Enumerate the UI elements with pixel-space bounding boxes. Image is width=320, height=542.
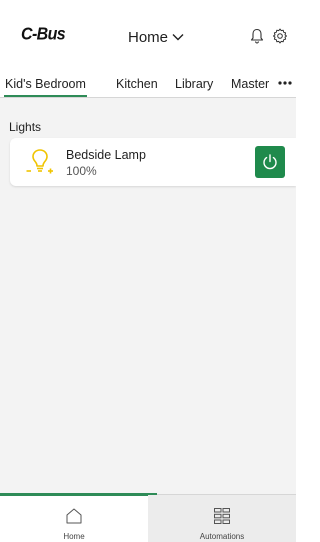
bottom-nav: Home Automations bbox=[0, 493, 296, 542]
room-tabs: Kid's Bedroom Kitchen Library Master bbox=[0, 60, 296, 98]
chevron-down-icon bbox=[172, 33, 184, 41]
grid-icon bbox=[213, 507, 231, 525]
c-bus-logo: C-Bus bbox=[21, 25, 66, 44]
section-title: Lights bbox=[9, 120, 42, 134]
header: C-Bus Home bbox=[0, 0, 296, 60]
device-name: Bedside Lamp bbox=[66, 148, 146, 162]
nav-home-label: Home bbox=[63, 532, 85, 541]
lightbulb-icon bbox=[25, 147, 55, 177]
device-card[interactable]: Bedside Lamp 100% bbox=[10, 138, 296, 186]
app-screen: C-Bus Home Kid's Bedroom Kitchen Library… bbox=[0, 0, 296, 542]
nav-automations-label: Automations bbox=[199, 532, 245, 541]
location-selector[interactable]: Home bbox=[128, 27, 184, 47]
home-icon bbox=[65, 507, 83, 525]
tab-library[interactable]: Library bbox=[175, 77, 213, 91]
power-button[interactable] bbox=[255, 146, 285, 178]
tab-kids-bedroom[interactable]: Kid's Bedroom bbox=[4, 77, 87, 97]
tab-master[interactable]: Master bbox=[231, 77, 269, 91]
power-icon bbox=[261, 153, 279, 171]
tab-kitchen[interactable]: Kitchen bbox=[116, 77, 158, 91]
nav-automations[interactable]: Automations bbox=[148, 495, 296, 542]
bell-icon[interactable] bbox=[250, 28, 266, 44]
nav-home[interactable]: Home bbox=[0, 493, 157, 542]
location-label: Home bbox=[128, 28, 169, 46]
more-dots-icon[interactable] bbox=[278, 80, 292, 86]
gear-icon[interactable] bbox=[272, 28, 288, 44]
device-level: 100% bbox=[66, 164, 97, 178]
